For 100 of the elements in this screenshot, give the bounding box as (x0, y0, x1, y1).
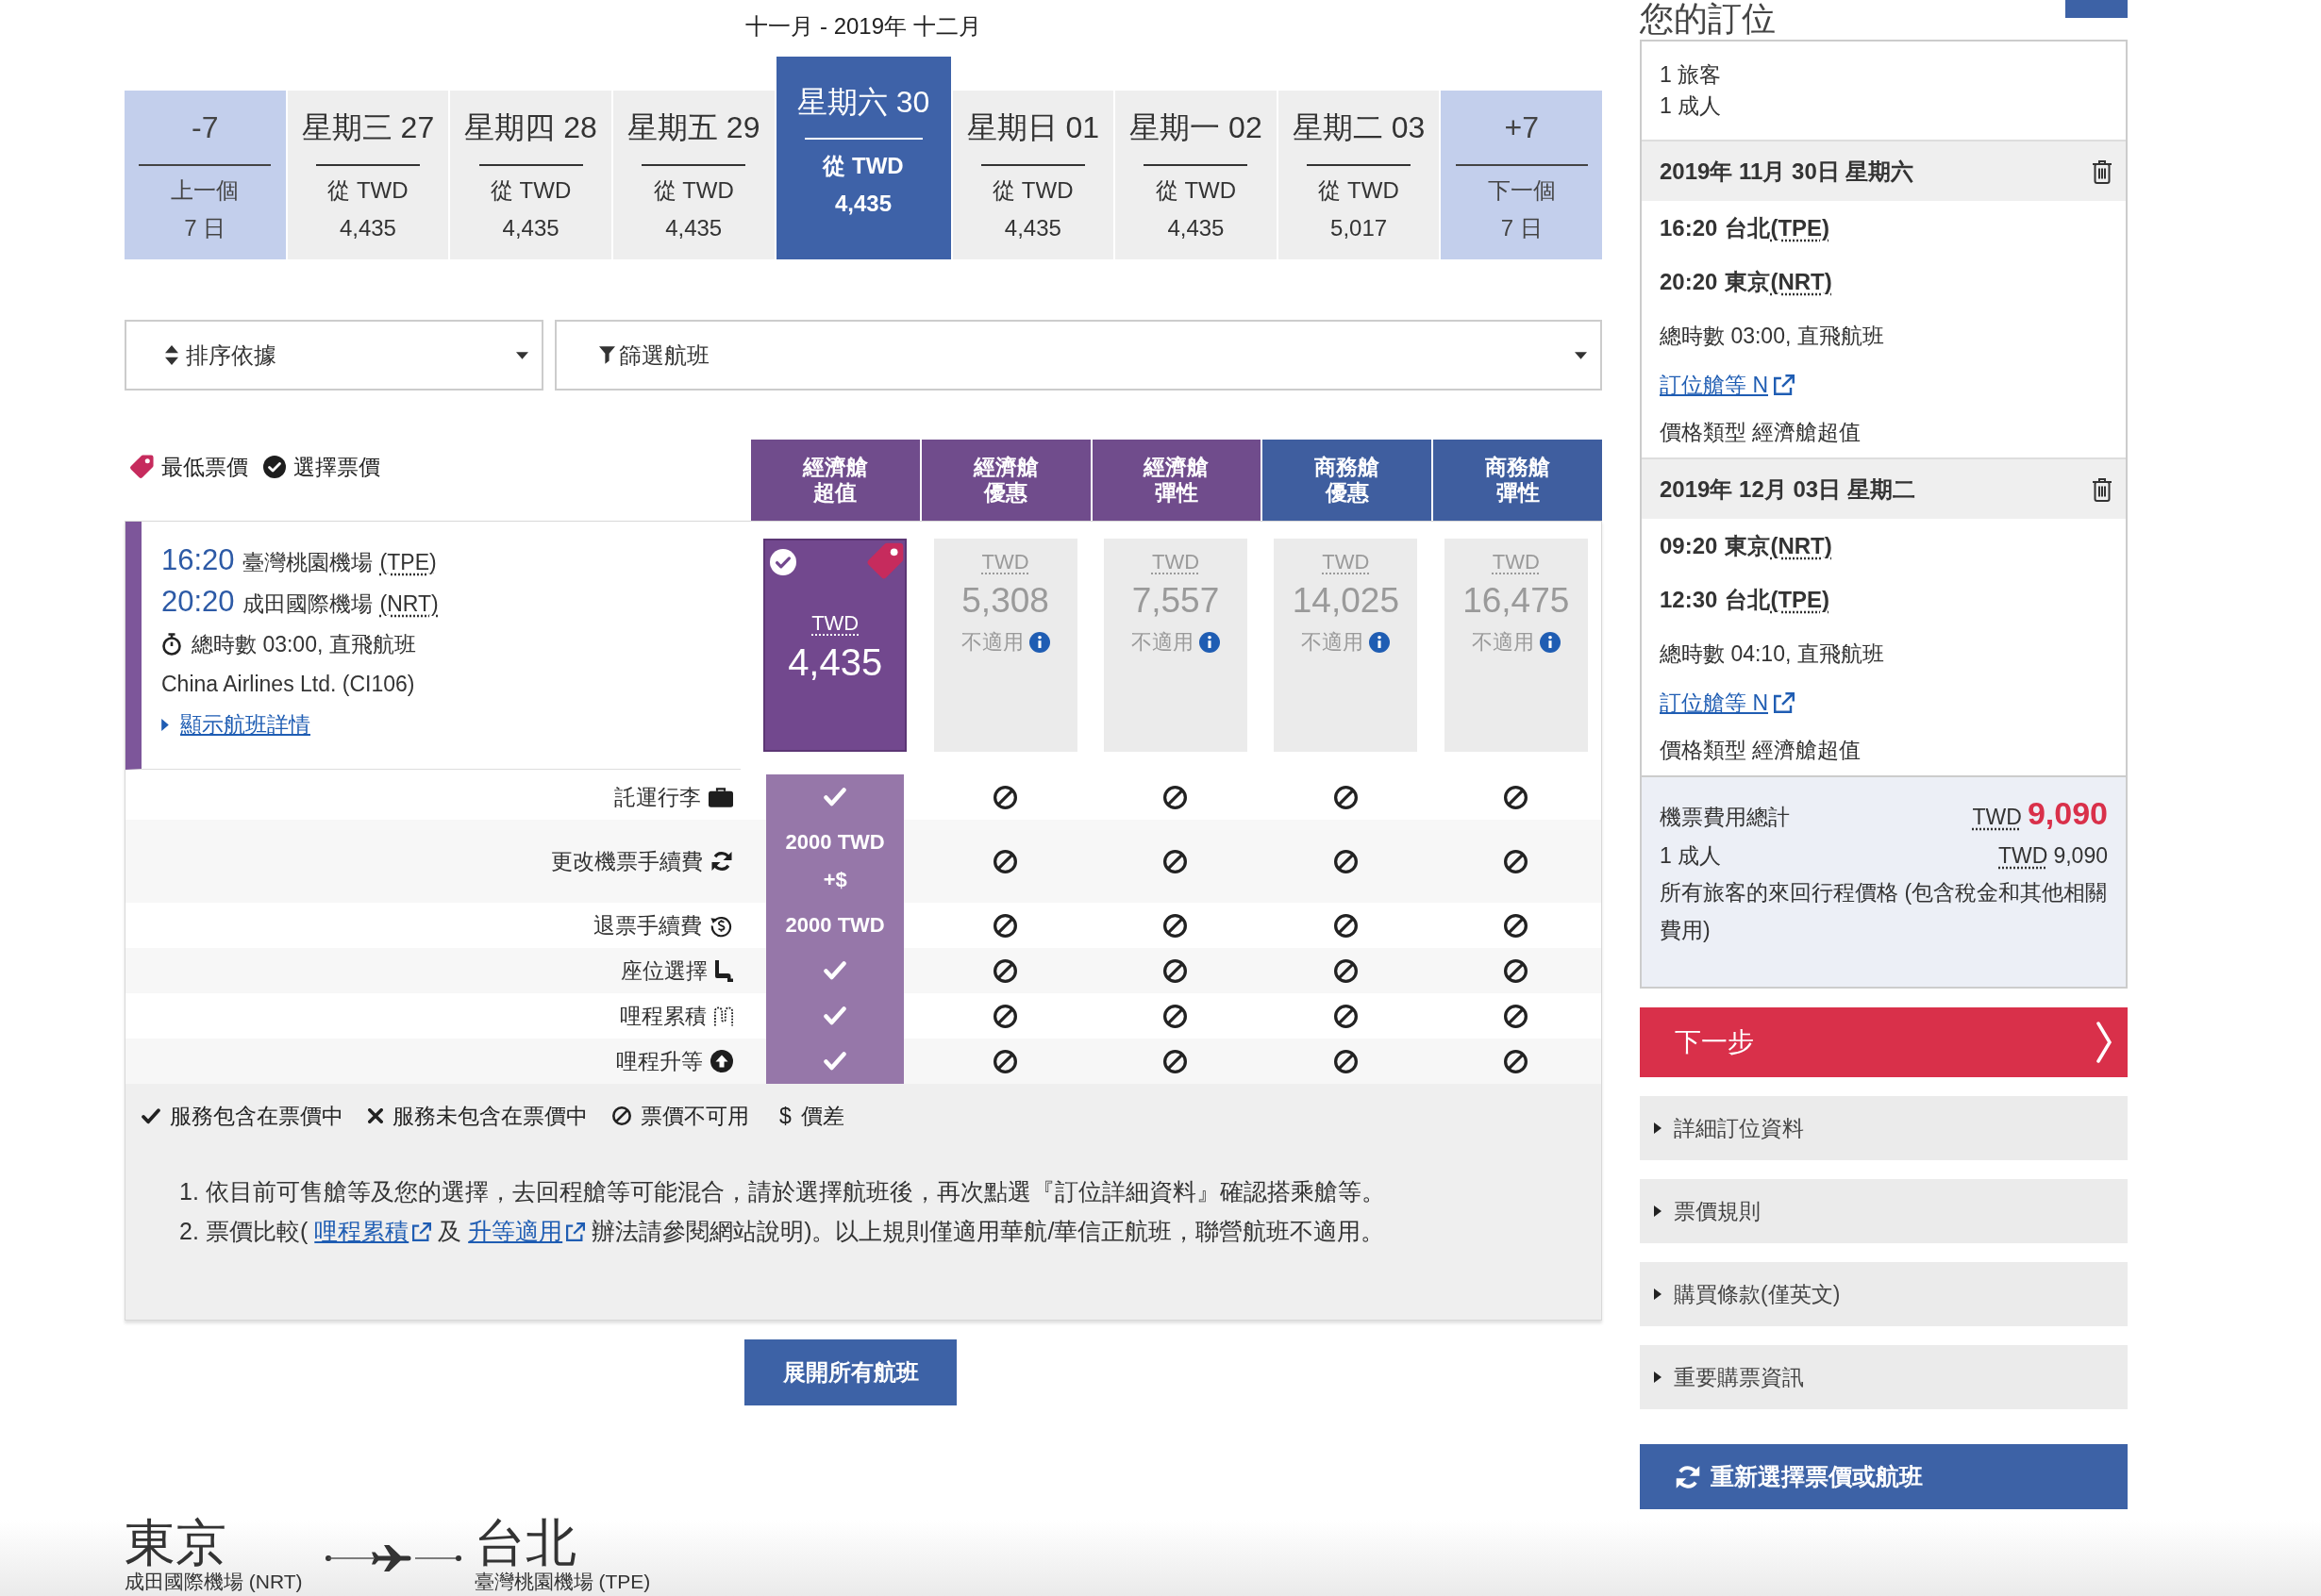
stop-city: 東京 (1725, 532, 1771, 560)
caret-right-icon (161, 718, 169, 731)
week-nav-button[interactable]: -7 上一個 7 日 (125, 91, 286, 259)
segment-date: 2019年 12月 03日 星期二 (1660, 474, 1915, 504)
unavailable-icon (1163, 1049, 1188, 1073)
check-icon (142, 1107, 160, 1124)
destination-city: 台北 (474, 1515, 576, 1570)
legend-label: 價差 (800, 1103, 844, 1130)
note-number: 1. (179, 1177, 200, 1206)
date-tab[interactable]: 星期六 30 從 TWD 4,435 (776, 57, 951, 259)
caret-down-icon (1575, 351, 1587, 359)
next-step-button[interactable]: 下一步 (1640, 1007, 2128, 1077)
unavailable-icon (1333, 1004, 1358, 1028)
price-note: 所有旅客的來回行程價格 (包含稅金和其他相關費用) (1660, 879, 2108, 944)
unavailable-icon (1333, 1049, 1358, 1073)
unavailable-icon (1504, 849, 1528, 873)
fare-type: 價格類型 經濟艙超值 (1660, 419, 1862, 446)
refresh-icon (710, 850, 733, 873)
unavailable-icon (1333, 785, 1358, 809)
carrier-flight-number: China Airlines Ltd. (CI106) (161, 671, 415, 698)
up-arrow-circle-icon (710, 1050, 733, 1072)
check-icon (824, 961, 847, 980)
trash-icon[interactable] (2092, 158, 2112, 184)
fee-amount: 2000 TWD +$ (785, 829, 885, 893)
origin-city: 東京 (125, 1515, 226, 1570)
service-label: 託運行李 (614, 783, 701, 811)
trash-icon[interactable] (2092, 476, 2112, 502)
accordion-item[interactable]: 購買條款(僅英文) (1640, 1262, 2128, 1326)
destination-airport: 臺灣桃園機場 (TPE) (474, 1570, 651, 1594)
unavailable-icon (1163, 1004, 1188, 1028)
airport-code: (TPE) (1770, 214, 1830, 242)
fare-row-label: 1 成人 (1660, 842, 1722, 870)
stop-city: 台北 (1725, 586, 1771, 614)
airport-code: (NRT) (1770, 268, 1832, 296)
filter-icon (599, 346, 615, 364)
info-icon (1028, 632, 1050, 653)
cross-icon (368, 1108, 383, 1123)
booking-class-link[interactable]: 訂位艙等 N (1660, 373, 1795, 397)
check-icon (824, 1052, 847, 1071)
note-number: 2. (179, 1217, 200, 1246)
seat-icon (715, 959, 733, 982)
legend-label: 服務包含在票價中 (170, 1103, 343, 1130)
filter-dropdown[interactable]: 篩選航班 (555, 320, 1602, 391)
unavailable-icon (1504, 958, 1528, 983)
expand-all-button[interactable]: 展開所有航班 (744, 1339, 957, 1405)
date-tab[interactable]: 星期四 28 從 TWD 4,435 (450, 91, 611, 259)
info-icon (1539, 632, 1561, 653)
accordion-item[interactable]: 詳細訂位資料 (1640, 1096, 2128, 1160)
unavailable-icon (994, 785, 1018, 809)
suitcase-icon (709, 787, 733, 807)
fare-column-header: 經濟艙彈性 (1090, 440, 1261, 521)
fare-column-header: 經濟艙超值 (749, 440, 920, 521)
date-tab[interactable]: 星期日 01 從 TWD 4,435 (952, 91, 1114, 259)
unavailable-icon (1163, 785, 1188, 809)
accordion-item[interactable]: 票價規則 (1640, 1179, 2128, 1243)
caret-down-icon (516, 351, 528, 359)
booking-class-link[interactable]: 訂位艙等 N (1660, 690, 1795, 715)
week-nav-button[interactable]: +7 下一個 7 日 (1441, 91, 1602, 259)
arrival-time: 20:20 (161, 584, 235, 620)
date-tab[interactable]: 星期一 02 從 TWD 4,435 (1115, 91, 1277, 259)
footnote-link[interactable]: 升等適用 (468, 1218, 586, 1244)
fare-column-header: 商務艙彈性 (1431, 440, 1602, 521)
date-tab[interactable]: 星期二 03 從 TWD 5,017 (1277, 91, 1440, 259)
sort-icon (165, 345, 178, 365)
currency-code: TWD (1998, 842, 2048, 870)
chevron-right-icon (2096, 1022, 2112, 1063)
check-icon (824, 1006, 847, 1025)
passenger-count: 1 旅客 (1660, 61, 1722, 89)
stop-time: 16:20 (1660, 214, 1718, 242)
external-link-icon (566, 1222, 586, 1241)
external-link-icon (1774, 692, 1795, 713)
currency-code: TWD (1972, 804, 2022, 831)
unavailable-icon (994, 1049, 1018, 1073)
month-range-title: 十一月 - 2019年 十二月 (745, 12, 981, 41)
airport-code: (TPE) (379, 549, 437, 576)
fare-row-amount: 9,090 (2053, 842, 2108, 870)
legend-label: 票價不可用 (641, 1103, 749, 1130)
price-tag-icon (129, 455, 154, 479)
unavailable-icon (1163, 958, 1188, 983)
unavailable-icon (1504, 913, 1528, 938)
legend-label: 最低票價 (161, 453, 248, 481)
unavailable-icon (994, 913, 1018, 938)
airport-code: (TPE) (1770, 586, 1830, 614)
footnote-link[interactable]: 哩程累積 (314, 1218, 432, 1244)
stop-time: 20:20 (1660, 268, 1718, 296)
unavailable-icon (612, 1106, 631, 1125)
unavailable-icon (1504, 1004, 1528, 1028)
stop-time: 12:30 (1660, 586, 1718, 614)
airport-code: (NRT) (1770, 532, 1832, 560)
fare-option[interactable]: TWD 4,435 (763, 539, 908, 752)
date-tab[interactable]: 星期三 27 從 TWD 4,435 (287, 91, 449, 259)
origin-airport: 成田國際機場 (NRT) (125, 1570, 303, 1594)
flight-details-link[interactable]: 顯示航班詳情 (180, 704, 310, 745)
external-link-icon (412, 1222, 432, 1241)
sort-dropdown[interactable]: 排序依據 (125, 320, 543, 391)
accordion-item[interactable]: 重要購票資訊 (1640, 1345, 2128, 1409)
service-label: 哩程累積 (620, 1002, 707, 1030)
reselect-button[interactable]: 重新選擇票價或航班 (1640, 1444, 2128, 1509)
date-tab[interactable]: 星期五 29 從 TWD 4,435 (612, 91, 775, 259)
total-label: 機票費用總計 (1660, 804, 1790, 831)
